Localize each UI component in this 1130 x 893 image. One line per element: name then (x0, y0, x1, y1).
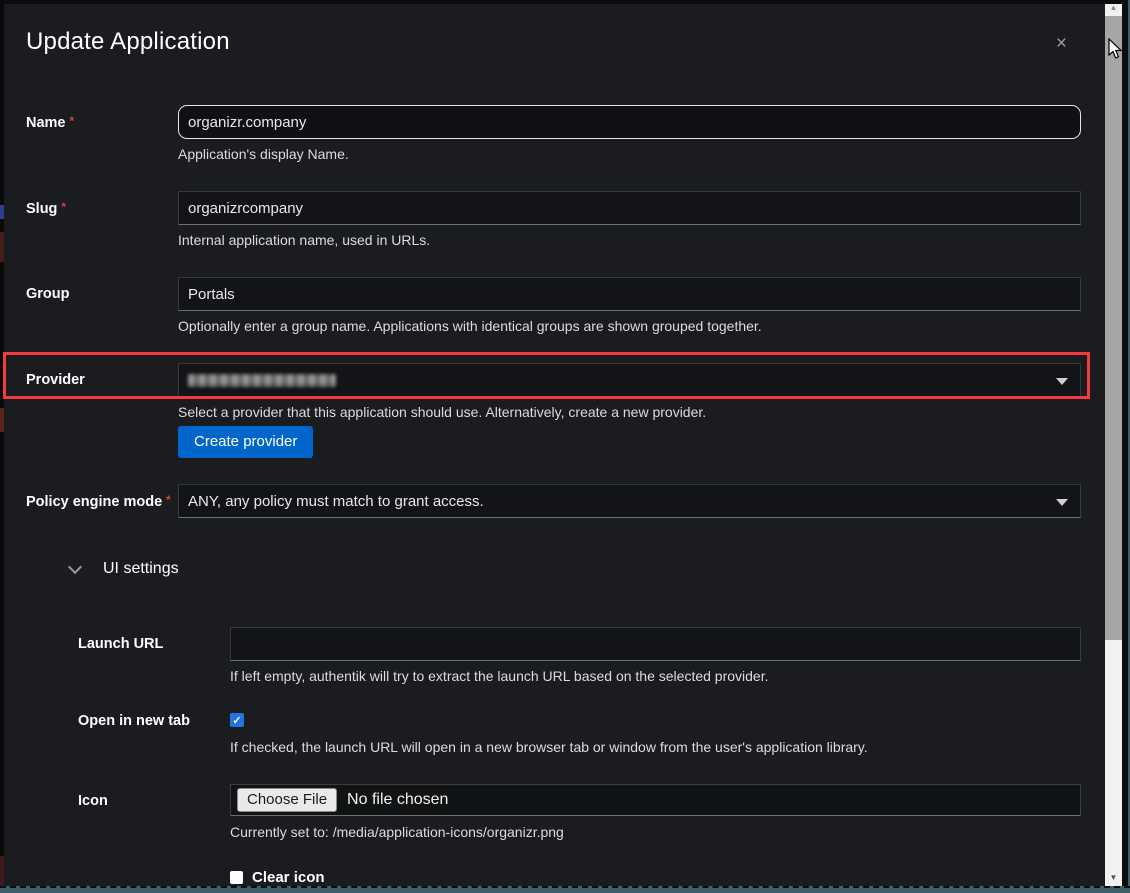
name-row: Name* Application's display Name. (26, 105, 1081, 162)
icon-label: Icon (78, 784, 230, 886)
update-application-modal: Update Application × Name* Application's… (4, 4, 1105, 886)
modal-header: Update Application × (26, 28, 1081, 56)
background-page-artifact (0, 856, 4, 886)
screenshot-top-edge (0, 0, 1130, 4)
provider-row: Provider Select a provider that this app… (26, 363, 1081, 458)
group-input[interactable] (178, 277, 1081, 311)
launch-url-input[interactable] (230, 627, 1081, 661)
icon-help: Currently set to: /media/application-ico… (230, 825, 1081, 840)
ui-settings-title: UI settings (103, 560, 179, 578)
open-in-new-tab-label: Open in new tab (78, 713, 230, 755)
provider-select[interactable] (178, 363, 1081, 397)
screenshot-bottom-edge (0, 886, 1130, 893)
required-marker: * (166, 493, 171, 507)
close-icon[interactable]: × (1056, 34, 1067, 53)
clear-icon-checkbox[interactable] (230, 871, 243, 884)
icon-file-input[interactable]: Choose File No file chosen (230, 784, 1081, 816)
open-in-new-tab-row: Open in new tab ✓ If checked, the launch… (78, 713, 1081, 755)
background-page-artifact (0, 232, 4, 262)
screenshot-stage: Update Application × Name* Application's… (0, 0, 1130, 893)
create-provider-button[interactable]: Create provider (178, 426, 313, 458)
name-input[interactable] (178, 105, 1081, 139)
application-form: Name* Application's display Name. Slug* … (26, 105, 1081, 886)
chevron-down-icon[interactable] (68, 560, 82, 574)
policy-engine-mode-value: ANY, any policy must match to grant acce… (188, 493, 484, 510)
scrollbar[interactable]: ▲ ▼ (1105, 0, 1122, 886)
checkmark-icon: ✓ (232, 714, 241, 727)
screenshot-right-edge (1122, 0, 1130, 893)
slug-input[interactable] (178, 191, 1081, 225)
scrollbar-thumb[interactable] (1105, 16, 1122, 640)
slug-help: Internal application name, used in URLs. (178, 233, 1081, 248)
slug-row: Slug* Internal application name, used in… (26, 191, 1081, 248)
caret-down-icon (1056, 499, 1068, 506)
launch-url-label: Launch URL (78, 627, 230, 684)
policy-engine-mode-label: Policy engine mode* (26, 484, 178, 518)
screenshot-left-edge (0, 0, 4, 893)
choose-file-button[interactable]: Choose File (237, 788, 337, 812)
name-help: Application's display Name. (178, 147, 1081, 162)
modal-title: Update Application (26, 28, 1081, 56)
icon-row: Icon Choose File No file chosen Currentl… (78, 784, 1081, 886)
provider-value-redacted (188, 374, 336, 387)
scroll-down-arrow-icon[interactable]: ▼ (1105, 870, 1122, 886)
provider-label: Provider (26, 363, 178, 458)
required-marker: * (61, 200, 66, 214)
policy-engine-mode-select[interactable]: ANY, any policy must match to grant acce… (178, 484, 1081, 518)
launch-url-row: Launch URL If left empty, authentik will… (78, 627, 1081, 684)
slug-label: Slug* (26, 191, 178, 248)
open-in-new-tab-help: If checked, the launch URL will open in … (230, 740, 1081, 755)
open-in-new-tab-checkbox[interactable]: ✓ (230, 713, 244, 727)
required-marker: * (70, 114, 75, 128)
name-label: Name* (26, 105, 178, 162)
background-page-artifact (0, 205, 4, 219)
clear-icon-row: Clear icon (230, 869, 1081, 886)
launch-url-help: If left empty, authentik will try to ext… (230, 669, 1081, 684)
group-help: Optionally enter a group name. Applicati… (178, 319, 1081, 334)
provider-help: Select a provider that this application … (178, 405, 1081, 420)
ui-settings-section-header: UI settings (26, 560, 1081, 578)
group-row: Group Optionally enter a group name. App… (26, 277, 1081, 334)
background-page-artifact (0, 408, 4, 432)
caret-down-icon (1056, 378, 1068, 385)
group-label: Group (26, 277, 178, 334)
clear-icon-label: Clear icon (252, 869, 325, 886)
file-chosen-status: No file chosen (347, 791, 448, 809)
policy-engine-mode-row: Policy engine mode* ANY, any policy must… (26, 484, 1081, 518)
